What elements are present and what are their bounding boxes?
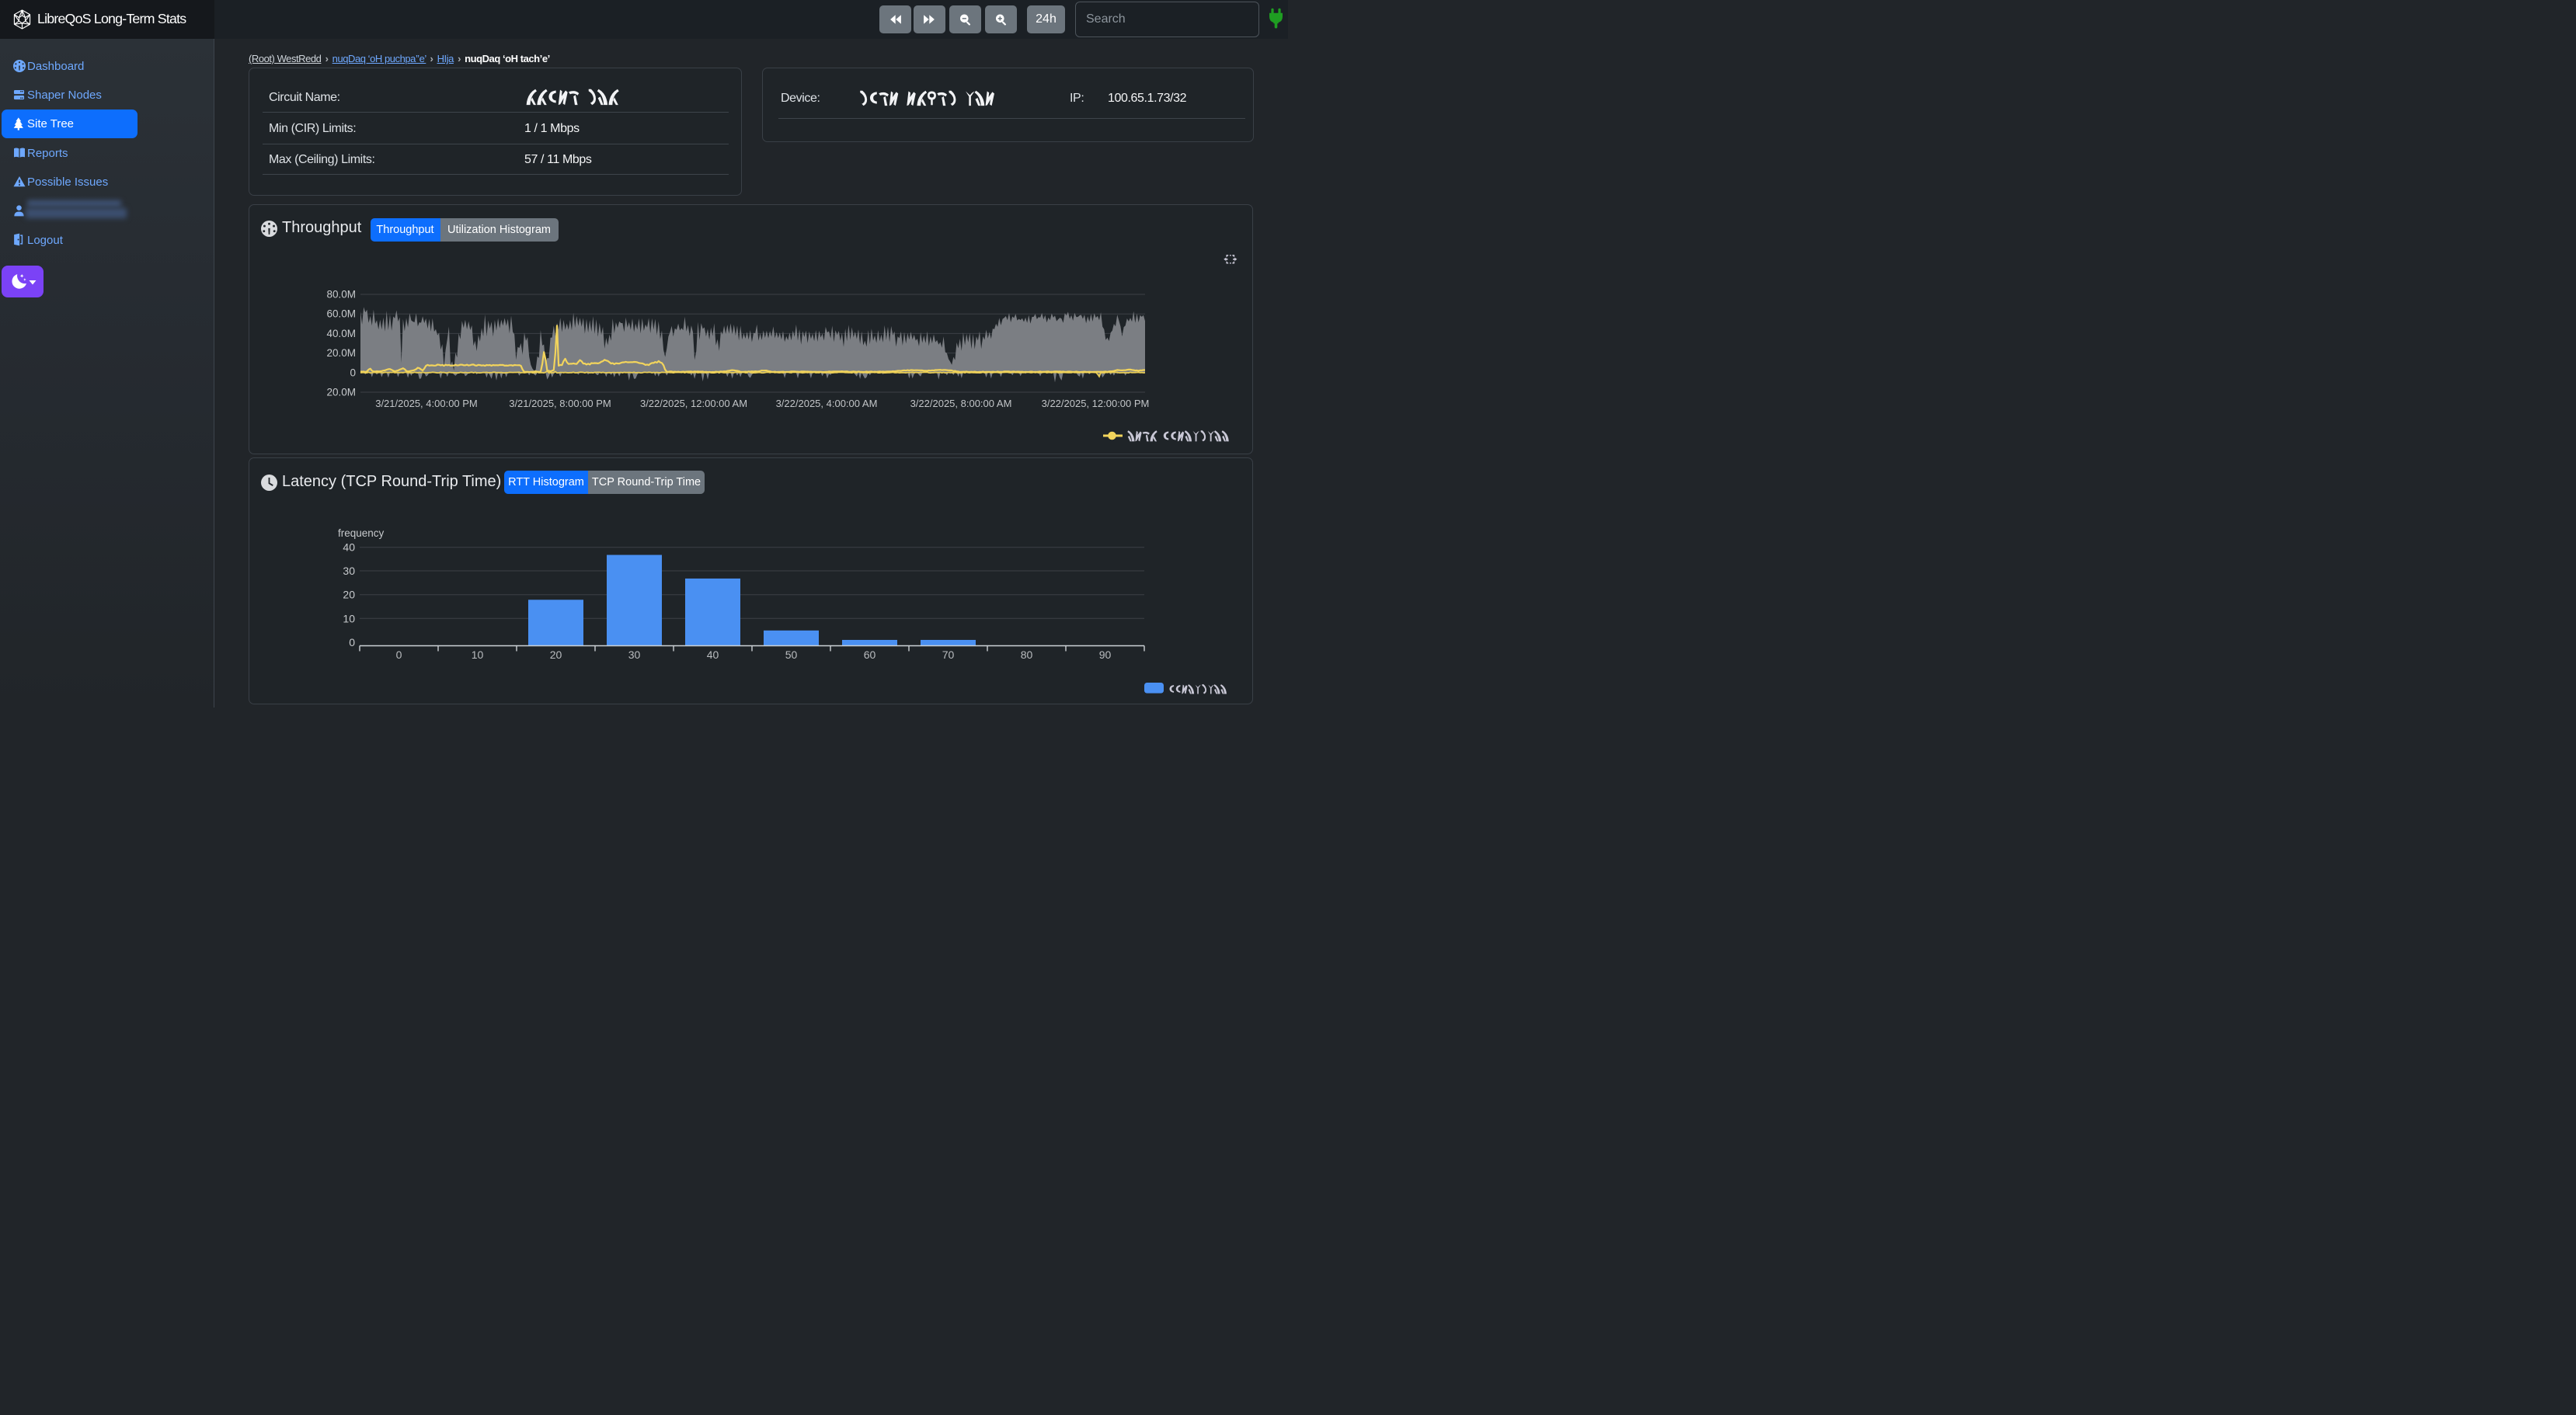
svg-text:3/22/2025, 12:00:00 PM: 3/22/2025, 12:00:00 PM bbox=[1042, 398, 1150, 409]
svg-text:0: 0 bbox=[396, 648, 402, 661]
svg-text:20.0M: 20.0M bbox=[326, 347, 356, 359]
svg-text:60.0M: 60.0M bbox=[326, 308, 356, 320]
svg-text:80.0M: 80.0M bbox=[326, 289, 356, 301]
svg-text:10: 10 bbox=[343, 612, 355, 624]
svg-text:0: 0 bbox=[349, 636, 355, 648]
svg-text:30: 30 bbox=[343, 565, 355, 577]
svg-text:60: 60 bbox=[864, 648, 876, 661]
svg-text:40.0M: 40.0M bbox=[326, 328, 356, 339]
svg-text:50: 50 bbox=[785, 648, 798, 661]
svg-text:30: 30 bbox=[628, 648, 641, 661]
svg-text:10: 10 bbox=[472, 648, 484, 661]
svg-text:20.0M: 20.0M bbox=[326, 387, 356, 398]
svg-text:3/22/2025, 8:00:00 AM: 3/22/2025, 8:00:00 AM bbox=[910, 398, 1012, 409]
svg-text:3/21/2025, 8:00:00 PM: 3/21/2025, 8:00:00 PM bbox=[509, 398, 611, 409]
svg-text:70: 70 bbox=[942, 648, 955, 661]
svg-text:frequency: frequency bbox=[338, 527, 385, 539]
svg-text:40: 40 bbox=[707, 648, 719, 661]
svg-text:20: 20 bbox=[343, 589, 355, 601]
svg-text:90: 90 bbox=[1099, 648, 1112, 661]
svg-text:40: 40 bbox=[343, 541, 355, 554]
svg-text:3/22/2025, 4:00:00 AM: 3/22/2025, 4:00:00 AM bbox=[776, 398, 878, 409]
svg-text:3/22/2025, 12:00:00 AM: 3/22/2025, 12:00:00 AM bbox=[640, 398, 747, 409]
svg-text:3/21/2025, 4:00:00 PM: 3/21/2025, 4:00:00 PM bbox=[375, 398, 478, 409]
svg-text:80: 80 bbox=[1021, 648, 1033, 661]
svg-text:0: 0 bbox=[350, 367, 356, 378]
svg-text:20: 20 bbox=[550, 648, 562, 661]
